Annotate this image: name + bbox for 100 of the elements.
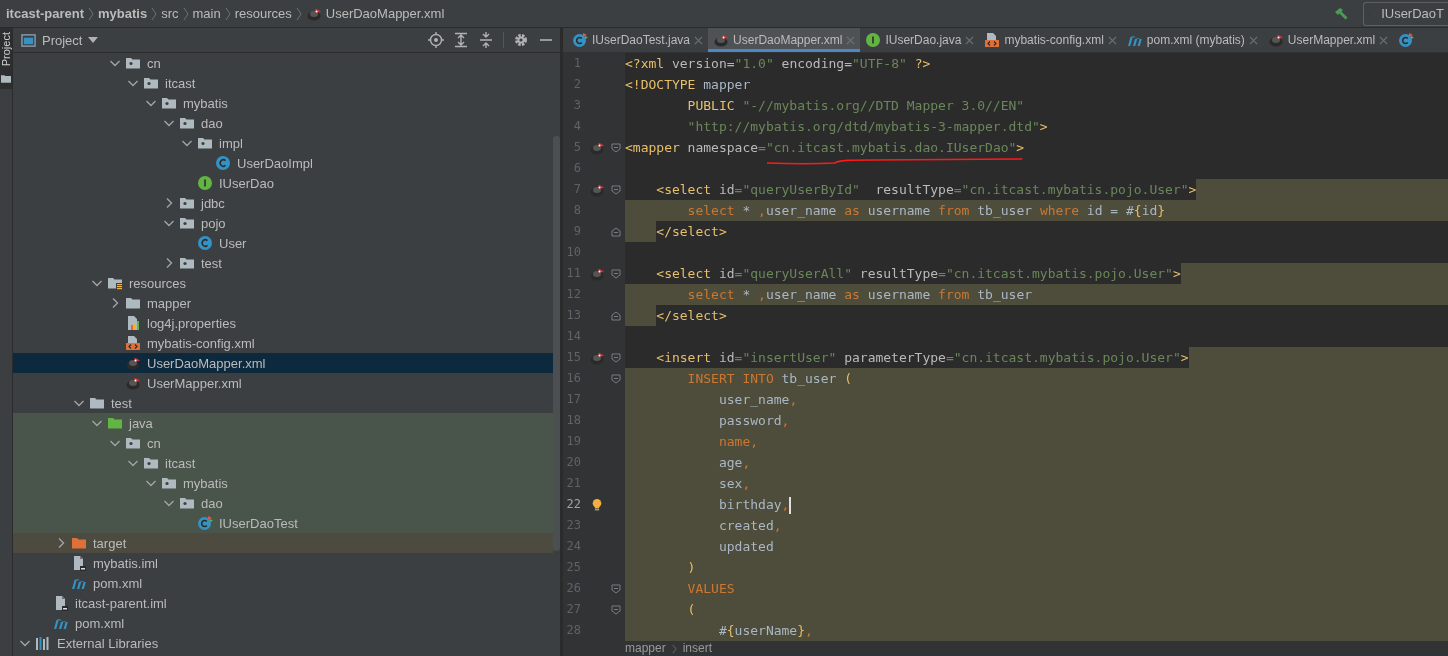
code-line: PUBLIC "-//mybatis.org//DTD Mapper 3.0//EN" — [686, 97, 1025, 115]
crosshair-icon[interactable] — [428, 32, 444, 48]
module-file-icon — [71, 555, 87, 571]
editor-tab[interactable]: UserMapper.xml — [1262, 28, 1394, 52]
xml-file-icon — [125, 335, 141, 351]
tree-item[interactable]: cn — [13, 53, 553, 73]
editor-tab[interactable]: pom.xml (mybatis) — [1121, 28, 1263, 52]
fold-marker-icon[interactable] — [611, 142, 621, 153]
tree-item[interactable]: mybatis — [13, 93, 553, 113]
tree-item[interactable]: UserDaoImpl — [13, 153, 553, 173]
breadcrumb-item[interactable]: resources — [234, 6, 292, 21]
bird-icon — [1267, 32, 1284, 48]
tree-item[interactable]: mybatis — [13, 473, 553, 493]
fold-marker-icon[interactable] — [611, 373, 621, 384]
code-line: <?xml version="1.0" encoding="UTF-8" ?> — [625, 55, 931, 73]
code-line: </select> — [655, 307, 727, 325]
fold-marker-icon[interactable] — [611, 583, 621, 594]
tree-item[interactable]: impl — [13, 133, 553, 153]
tree-item[interactable]: UserMapper.xml — [13, 373, 553, 393]
tree-item[interactable]: IUserDao — [13, 173, 553, 193]
close-icon[interactable] — [1107, 35, 1117, 45]
tool-window-tab[interactable]: Project — [0, 28, 12, 90]
chevron-separator-icon — [151, 6, 158, 21]
tree-item[interactable]: itcast-parent.iml — [13, 593, 553, 613]
caret-icon — [88, 37, 99, 43]
tree-item[interactable]: cn — [13, 433, 553, 453]
bird-icon — [125, 355, 141, 371]
editor-tab[interactable]: mybatis-config.xml — [979, 28, 1122, 52]
folder-icon — [89, 395, 105, 411]
bird-icon — [713, 32, 730, 48]
tree-item[interactable]: dao — [13, 113, 553, 133]
close-icon[interactable] — [1248, 35, 1258, 45]
chevron-separator-icon — [224, 6, 231, 21]
tree-item[interactable]: mybatis.iml — [13, 553, 553, 573]
breadcrumb-item[interactable]: main — [192, 6, 221, 21]
interface-icon — [197, 175, 213, 191]
lightbulb-icon[interactable] — [591, 497, 603, 512]
editor-tab[interactable]: IUserDaoTest.java — [567, 28, 709, 52]
close-icon[interactable] — [694, 35, 704, 45]
fold-marker-icon[interactable] — [611, 184, 621, 195]
editor-tab[interactable]: IUserDao.java — [860, 28, 980, 52]
tree-item[interactable]: log4j.properties — [13, 313, 553, 333]
test-class-icon — [197, 515, 213, 531]
tree-item[interactable]: IUserDaoTest — [13, 513, 553, 533]
tree-item[interactable]: resources — [13, 273, 553, 293]
code-line: birthday, — [717, 496, 792, 515]
fold-marker-icon[interactable] — [611, 352, 621, 363]
package-icon — [179, 495, 195, 511]
breadcrumb-item[interactable]: src — [161, 6, 179, 21]
tree-item[interactable]: pom.xml — [13, 613, 553, 633]
tree-item[interactable]: pom.xml — [13, 573, 553, 593]
test-folder-icon — [107, 415, 123, 431]
code-line: #{userName}, — [717, 622, 813, 640]
excluded-folder-icon — [71, 535, 87, 551]
tree-item[interactable]: dao — [13, 493, 553, 513]
code-line: "http://mybatis.org/dtd/mybatis-3-mapper.dtd"> — [686, 118, 1048, 136]
tree-item[interactable]: java — [13, 413, 553, 433]
expand-all-icon[interactable] — [453, 32, 469, 48]
tree-item[interactable]: User — [13, 233, 553, 253]
fold-marker-icon[interactable] — [611, 268, 621, 279]
code-line: ( — [686, 601, 696, 619]
hammer-icon[interactable] — [1333, 5, 1349, 22]
breadcrumb-item[interactable]: UserDaoMapper.xml — [305, 5, 445, 22]
close-icon[interactable] — [1379, 35, 1389, 45]
module-file-icon — [53, 595, 69, 611]
scrollbar-thumb[interactable] — [553, 136, 560, 551]
chevron-separator-icon — [295, 6, 302, 21]
tree-item[interactable]: itcast — [13, 453, 553, 473]
tree-item[interactable]: UserDaoMapper.xml — [13, 353, 553, 373]
xml-file-icon — [984, 32, 1001, 48]
package-icon — [161, 95, 177, 111]
package-icon — [161, 475, 177, 491]
code-line: select * ,user_name as username from tb_user where id = #{id} — [686, 202, 1166, 220]
tree-item[interactable]: pojo — [13, 213, 553, 233]
breadcrumb-item[interactable]: itcast-parent — [6, 6, 85, 21]
run-config-dropdown[interactable]: IUserDaoT — [1363, 1, 1448, 26]
settings-icon[interactable] — [513, 32, 529, 48]
breadcrumb-item[interactable]: insert — [682, 641, 713, 656]
code-line: <mapper namespace="cn.itcast.mybatis.dao.IUserDao"> — [625, 137, 1025, 158]
project-view-dropdown[interactable]: Project — [21, 32, 99, 48]
tree-item[interactable]: jdbc — [13, 193, 553, 213]
editor-tab[interactable]: UserDaoMapper.xml — [708, 28, 861, 52]
code-line: <select id="queryUserById" resultType="cn.itcast.mybatis.pojo.User"> — [655, 181, 1197, 199]
breadcrumb-item[interactable]: mybatis — [98, 6, 148, 21]
tree-item[interactable]: mybatis-config.xml — [13, 333, 553, 353]
tree-item[interactable]: test — [13, 393, 553, 413]
code-line: user_name, — [717, 391, 798, 409]
tree-item[interactable]: itcast — [13, 73, 553, 93]
tree-item[interactable]: test — [13, 253, 553, 273]
fold-marker-icon[interactable] — [611, 604, 621, 615]
close-icon[interactable] — [965, 35, 975, 45]
collapse-all-icon[interactable] — [478, 32, 494, 48]
fold-marker-icon[interactable] — [611, 310, 621, 321]
tree-item[interactable]: target — [13, 533, 553, 553]
folder-icon — [1, 74, 11, 84]
breadcrumb-item[interactable]: mapper — [625, 641, 666, 656]
tree-item[interactable]: mapper — [13, 293, 553, 313]
fold-marker-icon[interactable] — [611, 226, 621, 237]
class-icon — [197, 235, 213, 251]
tree-item[interactable]: External Libraries — [13, 633, 553, 653]
